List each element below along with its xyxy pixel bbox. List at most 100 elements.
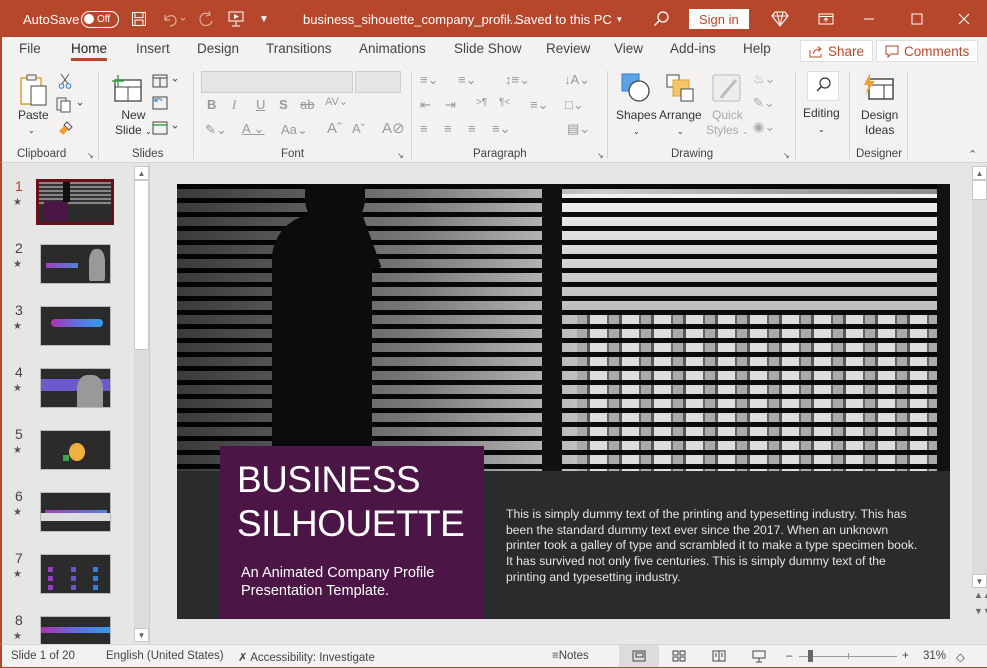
- italic-button[interactable]: I: [232, 97, 236, 113]
- shapes-button[interactable]: Shapes ⌄: [616, 108, 657, 139]
- editing-button[interactable]: Editing ⌄: [803, 106, 840, 137]
- tab-insert[interactable]: Insert: [136, 41, 170, 56]
- tab-transitions[interactable]: Transitions: [266, 41, 332, 56]
- tab-file[interactable]: File: [19, 41, 41, 56]
- tab-slide-show[interactable]: Slide Show: [454, 41, 522, 56]
- ribbon-display-options-icon[interactable]: [818, 1, 834, 37]
- align-center-button[interactable]: ≡: [444, 121, 452, 136]
- columns-button[interactable]: ≡⌄: [530, 97, 548, 113]
- justify-button[interactable]: ≡⌄: [492, 121, 510, 137]
- tab-review[interactable]: Review: [546, 41, 590, 56]
- line-spacing-button[interactable]: ↕≡⌄: [505, 72, 530, 88]
- zoom-level[interactable]: 31%: [923, 650, 946, 662]
- strikethrough-button[interactable]: ab: [300, 97, 314, 112]
- reset-slide-icon[interactable]: [152, 96, 168, 113]
- increase-indent-button[interactable]: ⇥: [445, 97, 456, 113]
- align-text-button[interactable]: □⌄: [565, 97, 584, 113]
- slide-thumbnail-3[interactable]: [40, 306, 111, 346]
- text-direction-button[interactable]: ↓A⌄: [564, 72, 590, 88]
- clipboard-launcher-icon[interactable]: ↘: [87, 151, 94, 160]
- tab-animations[interactable]: Animations: [359, 41, 426, 56]
- paste-dropdown-icon[interactable]: ⌄: [28, 123, 35, 138]
- close-icon[interactable]: [958, 1, 970, 37]
- scroll-down-button[interactable]: ▼: [134, 628, 149, 642]
- underline-button[interactable]: U: [256, 97, 265, 112]
- normal-view-button[interactable]: [619, 645, 659, 667]
- shapes-icon[interactable]: [621, 73, 651, 106]
- scrollbar-thumb[interactable]: [134, 180, 149, 350]
- align-left-button[interactable]: ≡: [420, 121, 428, 136]
- fit-to-window-icon[interactable]: ◇: [956, 650, 965, 664]
- thumbnails-scrollbar[interactable]: ▲ ▼: [134, 166, 149, 642]
- design-ideas-icon[interactable]: [862, 73, 894, 104]
- clear-formatting-button[interactable]: A⊘: [382, 119, 405, 137]
- bold-button[interactable]: B: [207, 97, 216, 112]
- scroll-up-button[interactable]: ▲: [134, 166, 149, 180]
- design-ideas-button[interactable]: Design Ideas: [861, 108, 898, 138]
- decrease-font-size-button[interactable]: Aˇ: [352, 121, 365, 136]
- previous-slide-icon[interactable]: ▲▲: [974, 590, 987, 600]
- comments-button[interactable]: Comments: [876, 40, 979, 62]
- slide-thumbnail-5[interactable]: [40, 430, 111, 470]
- undo-icon[interactable]: [161, 1, 187, 37]
- paragraph-launcher-icon[interactable]: ↘: [597, 151, 604, 160]
- slide-thumbnail-8[interactable]: [40, 616, 111, 644]
- accessibility-button[interactable]: ✗ Accessibility: Investigate: [238, 650, 375, 664]
- increase-font-size-button[interactable]: Aˆ: [327, 120, 342, 137]
- font-name-combo[interactable]: [201, 71, 353, 93]
- shape-effects-button[interactable]: ◉⌄: [753, 119, 775, 135]
- quick-styles-button[interactable]: Quick Styles ⌄: [706, 108, 749, 139]
- slide-sorter-button[interactable]: [672, 650, 686, 665]
- tab-add-ins[interactable]: Add-ins: [670, 41, 716, 56]
- quick-styles-icon[interactable]: [712, 74, 742, 105]
- slide-thumbnail-7[interactable]: [40, 554, 111, 594]
- slide-body-text[interactable]: This is simply dummy text of the printin…: [506, 507, 926, 586]
- share-button[interactable]: Share: [800, 40, 874, 62]
- scroll-down-button[interactable]: ▼: [972, 574, 987, 588]
- present-icon[interactable]: [228, 1, 244, 37]
- slide-title[interactable]: BUSINESS SILHOUETTE: [237, 458, 465, 546]
- slide-thumbnail-2[interactable]: [40, 244, 111, 284]
- font-color-button[interactable]: A ⌄: [242, 121, 264, 137]
- rtl-button[interactable]: ¶<: [499, 97, 510, 108]
- maximize-icon[interactable]: [911, 1, 923, 37]
- tab-home[interactable]: Home: [71, 41, 108, 61]
- change-case-button[interactable]: Aa⌄: [281, 122, 308, 138]
- save-icon[interactable]: [131, 1, 147, 37]
- tab-view[interactable]: View: [614, 41, 643, 56]
- scroll-up-button[interactable]: ▲: [972, 166, 987, 180]
- decrease-indent-button[interactable]: ⇤: [420, 97, 431, 113]
- slide-show-button[interactable]: [752, 650, 766, 666]
- slide-thumbnail-6[interactable]: [40, 492, 111, 532]
- customize-toolbar-icon[interactable]: ▼: [259, 1, 269, 37]
- sign-in-button[interactable]: Sign in: [689, 1, 749, 37]
- ltr-button[interactable]: >¶: [476, 97, 487, 108]
- layout-icon[interactable]: [152, 74, 182, 91]
- new-slide-button[interactable]: New Slide ⌄: [115, 108, 152, 139]
- font-launcher-icon[interactable]: ↘: [397, 151, 404, 160]
- smartart-button[interactable]: ▤⌄: [567, 121, 590, 137]
- reading-view-button[interactable]: [712, 650, 726, 665]
- drawing-launcher-icon[interactable]: ↘: [783, 151, 790, 160]
- zoom-in-button[interactable]: +: [902, 650, 909, 662]
- paste-icon[interactable]: [19, 73, 49, 110]
- character-spacing-button[interactable]: AV⌄: [325, 95, 348, 108]
- highlight-color-button[interactable]: ✎⌄: [205, 122, 227, 138]
- font-size-combo[interactable]: [355, 71, 401, 93]
- arrange-button[interactable]: Arrange ⌄: [659, 108, 702, 139]
- tab-design[interactable]: Design: [197, 41, 239, 56]
- copy-icon[interactable]: [56, 97, 84, 116]
- shadow-button[interactable]: S: [279, 97, 288, 112]
- collapse-ribbon-icon[interactable]: ⌃: [968, 148, 977, 161]
- editing-search-icon[interactable]: [807, 71, 839, 101]
- paste-button[interactable]: Paste: [18, 108, 49, 123]
- new-slide-icon[interactable]: [111, 75, 143, 106]
- shape-fill-button[interactable]: ♨⌄: [753, 71, 776, 87]
- minimize-icon[interactable]: [863, 1, 875, 37]
- slide-thumbnail-1[interactable]: [36, 179, 114, 225]
- scrollbar-thumb[interactable]: [972, 180, 987, 200]
- cut-icon[interactable]: [58, 73, 72, 92]
- arrange-icon[interactable]: [666, 74, 696, 107]
- section-icon[interactable]: [152, 121, 182, 138]
- align-right-button[interactable]: ≡: [468, 121, 476, 136]
